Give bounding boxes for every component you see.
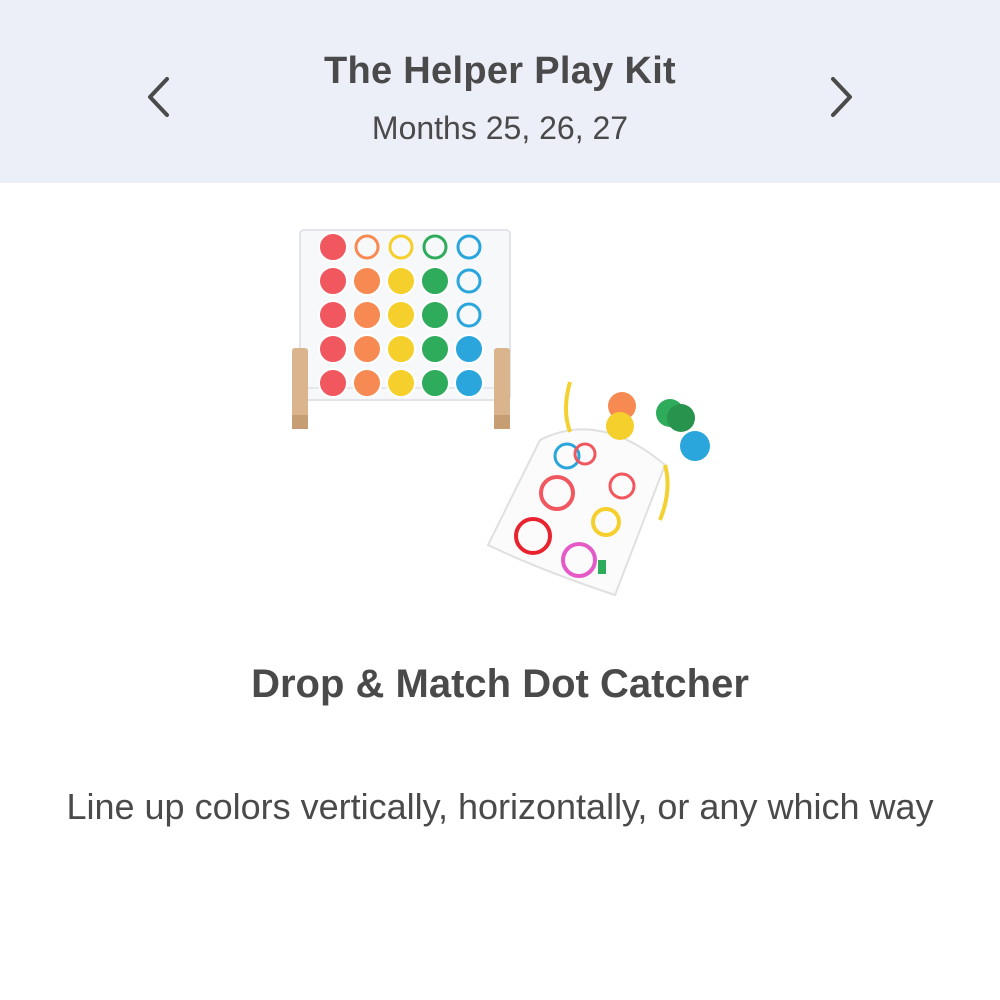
board-disc	[420, 266, 450, 296]
board-disc	[352, 300, 382, 330]
product-image	[292, 229, 710, 597]
drawstring-bag	[486, 381, 670, 597]
board-disc	[352, 334, 382, 364]
board-disc	[386, 368, 416, 398]
board-disc	[386, 300, 416, 330]
chevron-right-icon	[831, 77, 852, 117]
board-disc	[318, 266, 348, 296]
board-disc	[420, 368, 450, 398]
board-disc	[318, 232, 348, 262]
board-disc	[420, 334, 450, 364]
board-disc	[352, 368, 382, 398]
next-kit-button[interactable]	[812, 62, 872, 132]
board-disc	[318, 334, 348, 364]
board-disc	[352, 266, 382, 296]
board-disc	[318, 300, 348, 330]
board-disc	[318, 368, 348, 398]
board-disc	[386, 266, 416, 296]
product-name: Drop & Match Dot Catcher	[251, 662, 749, 706]
board-disc	[454, 334, 484, 364]
board-disc	[420, 300, 450, 330]
product-description: Line up colors vertically, horizontally,…	[66, 786, 934, 827]
board-disc	[386, 334, 416, 364]
kit-header: The Helper Play Kit Months 25, 26, 27	[0, 0, 1000, 183]
board-disc	[454, 368, 484, 398]
